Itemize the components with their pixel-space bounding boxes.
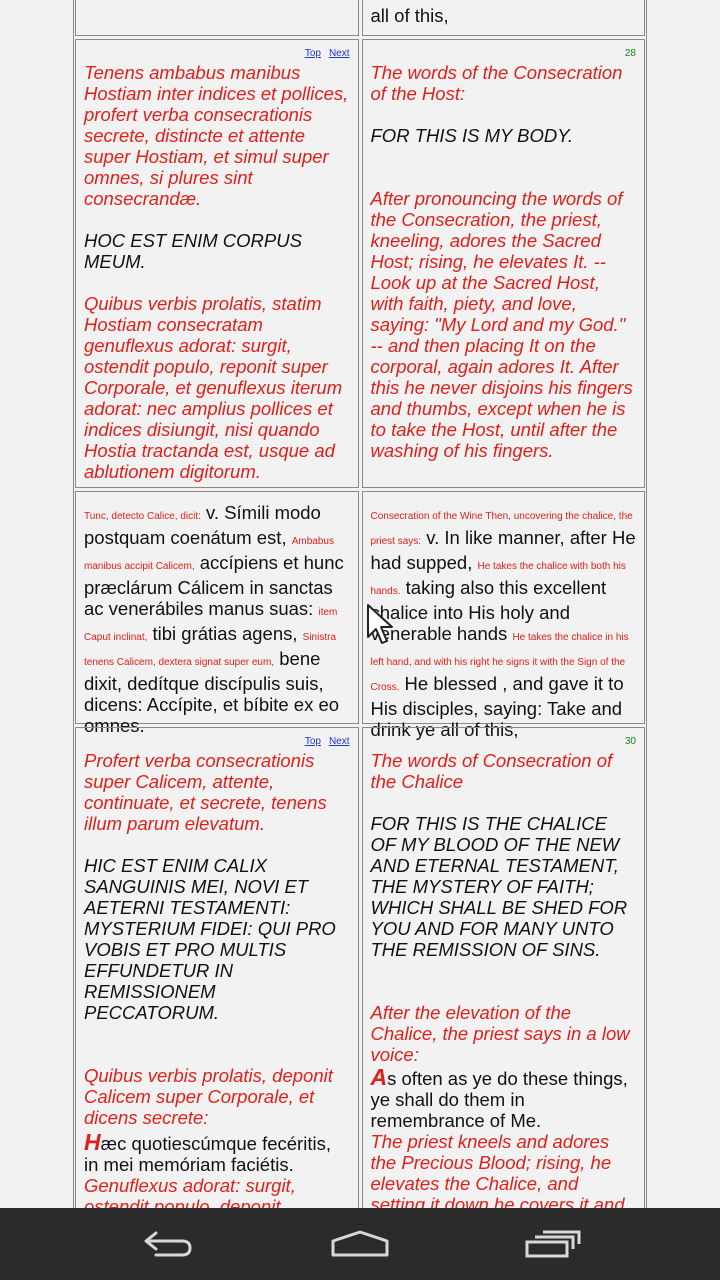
cell-latin-28: Top Next Tenens ambabus manibus Hostiam i…: [75, 39, 359, 488]
drop-cap: H: [84, 1129, 101, 1155]
prayer-english: As often as ye do these things, ye shall…: [370, 1064, 628, 1132]
back-icon: [144, 1231, 192, 1257]
rubric-latin-3: Genuflexus adorat: surgit, ostendit popu…: [84, 1175, 296, 1208]
cell-latin-30: Top Next Profert verba consecrationis sup…: [75, 727, 359, 1208]
prayer-english: Consecration of the Wine Then, uncoverin…: [370, 511, 636, 740]
cell-english-0: all of this,: [361, 0, 645, 36]
back-button[interactable]: [128, 1224, 208, 1264]
missal-page: all of this, Top Next Tenens ambabus mani…: [0, 0, 720, 1208]
next-link[interactable]: Next: [329, 48, 350, 59]
system-nav-bar: [0, 1208, 720, 1280]
section-number: 28: [624, 48, 636, 59]
section-number: 30: [624, 736, 636, 747]
rubric-latin-2: Quibus verbis prolatis, deponit Calicem …: [84, 1065, 333, 1128]
rubric-latin-2: Quibus verbis prolatis, statim Hostiam c…: [84, 293, 343, 482]
next-link[interactable]: Next: [329, 736, 350, 747]
recents-button[interactable]: [513, 1224, 593, 1264]
top-link[interactable]: Top: [305, 48, 321, 59]
home-button[interactable]: [320, 1224, 400, 1264]
cell-text: all of this,: [370, 5, 449, 26]
rubric-latin: Profert verba consecrationis super Calic…: [84, 750, 327, 834]
recents-icon: [525, 1230, 581, 1258]
mouse-cursor-icon: [367, 604, 393, 644]
cell-latin-29: Tunc, detecto Calice, dicit: v. Símili m…: [75, 491, 359, 736]
rubric-english-3: The priest kneels and adores the Preciou…: [370, 1131, 625, 1208]
cell-english-28: 28 The words of the Consecration of the …: [361, 39, 645, 488]
prayer-latin: Hæc quotiescúmque fecéritis, in mei memó…: [84, 1129, 331, 1176]
rubric-english: The words of Consecration of the Chalice: [370, 750, 613, 792]
drop-cap: A: [370, 1064, 388, 1090]
rubric-english-2: After pronouncing the words of the Conse…: [370, 188, 633, 461]
rubric-english: The words of the Consecration of the Hos…: [370, 62, 623, 104]
section-nav: Top Next: [84, 736, 350, 750]
consecration-words-english: FOR THIS IS MY BODY.: [370, 125, 574, 146]
cell-english-30: 30 The words of Consecration of the Chal…: [361, 727, 645, 1208]
parallel-text-table: all of this, Top Next Tenens ambabus mani…: [73, 0, 647, 1208]
home-icon: [331, 1230, 389, 1257]
top-link[interactable]: Top: [305, 736, 321, 747]
cell-english-29: Consecration of the Wine Then, uncoverin…: [361, 491, 645, 740]
rubric-english-2: After the elevation of the Chalice, the …: [370, 1002, 630, 1065]
cell-latin-0: [75, 0, 359, 36]
section-nav: Top Next: [84, 48, 350, 62]
consecration-words-latin: HIC EST ENIM CALIX SANGUINIS MEI, NOVI E…: [84, 855, 336, 1023]
rubric-latin: Tenens ambabus manibus Hostiam inter ind…: [84, 62, 349, 209]
consecration-words-latin: HOC EST ENIM CORPUS MEUM.: [84, 230, 302, 272]
prayer-latin: Tunc, detecto Calice, dicit: v. Símili m…: [84, 502, 344, 736]
consecration-words-english: FOR THIS IS THE CHALICE OF MY BLOOD OF T…: [370, 813, 628, 960]
